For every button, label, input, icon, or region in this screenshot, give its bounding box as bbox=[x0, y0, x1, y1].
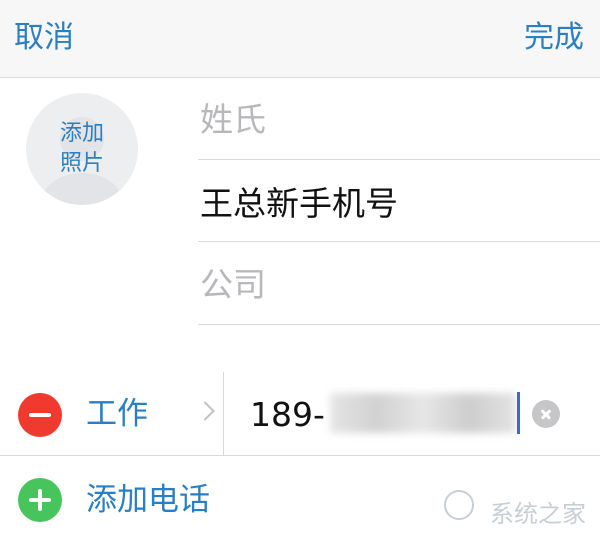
watermark-logo-icon bbox=[444, 490, 474, 520]
add-icon[interactable] bbox=[18, 478, 62, 522]
clear-icon[interactable] bbox=[532, 400, 560, 428]
last-name-row bbox=[198, 78, 600, 160]
add-photo-label: 添加 照片 bbox=[59, 121, 104, 176]
remove-icon[interactable] bbox=[18, 393, 62, 437]
phone-label: 工作 bbox=[86, 396, 148, 432]
text-cursor bbox=[517, 392, 520, 434]
company-field[interactable] bbox=[200, 261, 580, 307]
add-photo-button[interactable]: 添加 照片 bbox=[26, 93, 138, 205]
blurred-digits bbox=[330, 393, 516, 433]
watermark-text: 系统之家 bbox=[490, 500, 586, 528]
divider bbox=[0, 455, 600, 456]
last-name-field[interactable] bbox=[200, 96, 580, 142]
add-phone-button[interactable]: 添加电话 bbox=[86, 478, 210, 522]
chevron-right-icon bbox=[195, 401, 215, 421]
phone-label-button[interactable]: 工作 bbox=[86, 392, 220, 438]
first-name-row bbox=[198, 160, 600, 242]
divider bbox=[223, 372, 224, 456]
company-row bbox=[198, 243, 600, 325]
done-button[interactable]: 完成 bbox=[524, 18, 584, 58]
cancel-button[interactable]: 取消 bbox=[14, 18, 74, 58]
navigation-bar: 取消 完成 bbox=[0, 0, 600, 78]
first-name-field[interactable] bbox=[200, 178, 580, 224]
